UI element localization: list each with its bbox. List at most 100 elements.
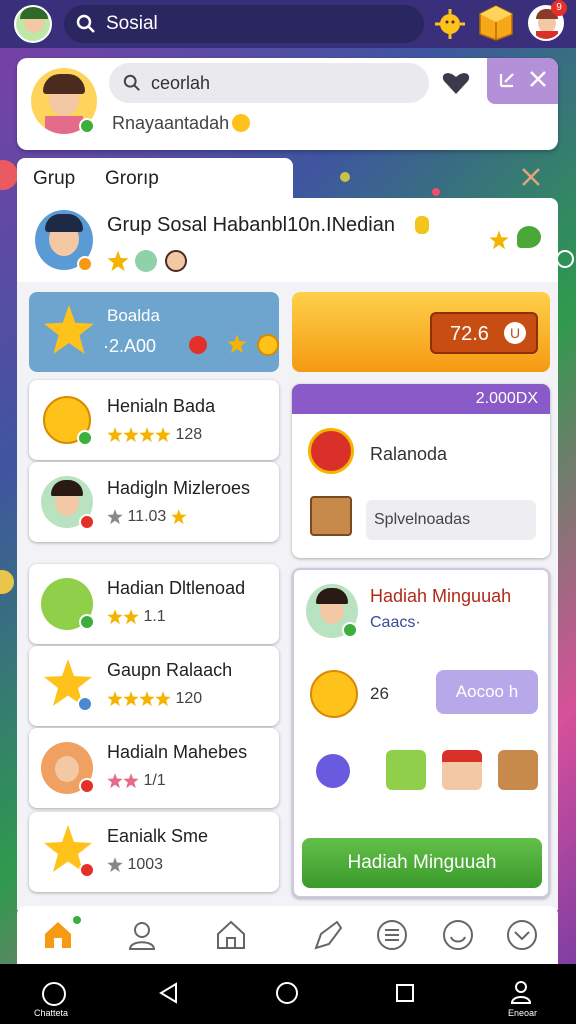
- list-item[interactable]: Hadigln Mizleroes 11.03: [29, 462, 279, 542]
- back-icon[interactable]: [158, 982, 180, 1004]
- coin-icon: [310, 670, 358, 718]
- home-button[interactable]: [276, 982, 298, 1004]
- coin-icon: U: [504, 322, 526, 344]
- alert-badge: [79, 778, 95, 794]
- heart-icon[interactable]: [441, 70, 471, 96]
- tab-grup[interactable]: Grup: [33, 168, 75, 190]
- list-item-rating: 1003: [107, 856, 163, 874]
- recents-button[interactable]: [396, 984, 414, 1002]
- circle-c-icon[interactable]: [42, 982, 66, 1006]
- list-item-title: Hadian Dltlenoad: [107, 578, 246, 598]
- star-icon: [227, 334, 247, 354]
- search-icon: [123, 74, 140, 91]
- search-icon: [76, 14, 96, 34]
- monster-icon: [316, 754, 350, 788]
- thumb-icon: [415, 216, 429, 234]
- reward-subtitle: Caacs·: [370, 614, 421, 631]
- alert-badge: [79, 862, 95, 878]
- balance-title: Boalda: [107, 306, 160, 325]
- group-title: Grup Sosal Habanbl10n.INedian: [107, 214, 395, 236]
- box-icon: [310, 496, 352, 536]
- sun-icon[interactable]: [434, 8, 466, 40]
- right-item-label: Ralanoda: [370, 444, 448, 464]
- check-badge: [342, 622, 358, 638]
- alert-badge: [79, 514, 95, 530]
- list-item-title: Hadialn Mahebes: [107, 742, 248, 762]
- grin-emoji-icon: [232, 114, 250, 132]
- list-item-rating: 1/1: [107, 772, 166, 790]
- profile-name: Rnayaantadah: [112, 113, 230, 133]
- person-icon[interactable]: [125, 918, 159, 952]
- list-item[interactable]: Gaupn Ralaach 120: [29, 646, 279, 726]
- gift-box-icon: [386, 750, 426, 790]
- amount-value: 72.6: [450, 323, 489, 345]
- tab-bar: Grup Grorıp: [17, 158, 293, 200]
- list-item[interactable]: Henialn Bada 128: [29, 380, 279, 460]
- profile-card: ceorlah Rnayaantadah: [17, 58, 558, 150]
- search-bar[interactable]: Sosial: [64, 5, 424, 43]
- list-item-title: Eanialk Sme: [107, 826, 209, 846]
- balance-value: ·2.A00: [103, 336, 157, 356]
- reward-count: 26: [370, 684, 389, 703]
- online-badge: [79, 118, 95, 134]
- list-item-rating: 120: [107, 690, 202, 708]
- member-avatar: [135, 250, 157, 272]
- chest-icon: [498, 750, 538, 790]
- notification-badge: 9: [551, 0, 567, 16]
- sysbar-right-label: Eneoar: [508, 1008, 538, 1018]
- home-icon[interactable]: [41, 918, 75, 952]
- profile-search-value: ceorlah: [151, 72, 211, 93]
- list-item-rating: 11.03: [107, 508, 187, 526]
- list-item-rating: 128: [107, 426, 202, 444]
- user-avatar[interactable]: [14, 5, 52, 43]
- claim-button[interactable]: Hadiah Minguuah: [302, 838, 542, 888]
- profile-search-field[interactable]: ceorlah: [109, 63, 429, 103]
- list-item[interactable]: Eanialk Sme 1003: [29, 812, 279, 892]
- list-item[interactable]: Hadian Dltlenoad 1.1: [29, 564, 279, 644]
- chevron-down-icon[interactable]: [505, 918, 539, 952]
- group-badge: [77, 256, 93, 272]
- edit-icon[interactable]: [497, 70, 517, 90]
- sword-icon: [308, 428, 354, 474]
- decor-dot: [340, 172, 350, 182]
- right-panel-header: 2.000DX: [292, 384, 550, 414]
- list-item-title: Gaupn Ralaach: [107, 660, 233, 680]
- close-icon[interactable]: [520, 166, 542, 188]
- right-item-input[interactable]: Splvelnoadas: [366, 500, 536, 540]
- check-badge: [79, 614, 95, 630]
- list-item-title: Hadigln Mizleroes: [107, 478, 251, 498]
- search-value: Sosial: [106, 13, 158, 34]
- bottom-nav: [17, 906, 558, 964]
- house-icon[interactable]: [214, 918, 248, 952]
- reward-action-button[interactable]: Aocoo h: [436, 670, 538, 714]
- character-icon: [442, 750, 482, 790]
- right-panel-value: 2.000DX: [475, 390, 538, 407]
- decor-dot: [432, 188, 440, 196]
- smile-icon[interactable]: [441, 918, 475, 952]
- info-badge: [77, 696, 93, 712]
- pen-icon[interactable]: [311, 918, 345, 952]
- reward-panel: Hadiah Minguuah Caacs· 26 Aocoo h Hadiah…: [292, 568, 550, 898]
- amount-box: 72.6 U: [430, 312, 538, 354]
- close-icon[interactable]: [529, 70, 547, 88]
- chat-icon[interactable]: [517, 226, 541, 248]
- sysbar-left-label: Chatteta: [34, 1008, 69, 1018]
- amount-card[interactable]: 72.6 U: [292, 292, 550, 372]
- star-icon: [489, 230, 509, 250]
- treasure-box-icon[interactable]: [478, 4, 514, 42]
- coin-icon: [257, 334, 279, 356]
- top-bar: Sosial 9: [0, 0, 576, 48]
- menu-icon[interactable]: [375, 918, 409, 952]
- member-avatar: [165, 250, 187, 272]
- list-item-title: Henialn Bada: [107, 396, 216, 416]
- list-item[interactable]: Hadialn Mahebes 1/1: [29, 728, 279, 808]
- star-icon: [107, 250, 129, 272]
- gift-icon: [189, 336, 207, 354]
- user-icon[interactable]: [510, 980, 532, 1004]
- nav-dot: [73, 916, 81, 924]
- main-panel: Grup Sosal Habanbl10n.INedian Boalda ·2.…: [17, 198, 558, 910]
- balance-card[interactable]: Boalda ·2.A00: [29, 292, 279, 372]
- tab-grorip[interactable]: Grorıp: [105, 168, 159, 190]
- list-item-rating: 1.1: [107, 608, 166, 626]
- check-badge: [77, 430, 93, 446]
